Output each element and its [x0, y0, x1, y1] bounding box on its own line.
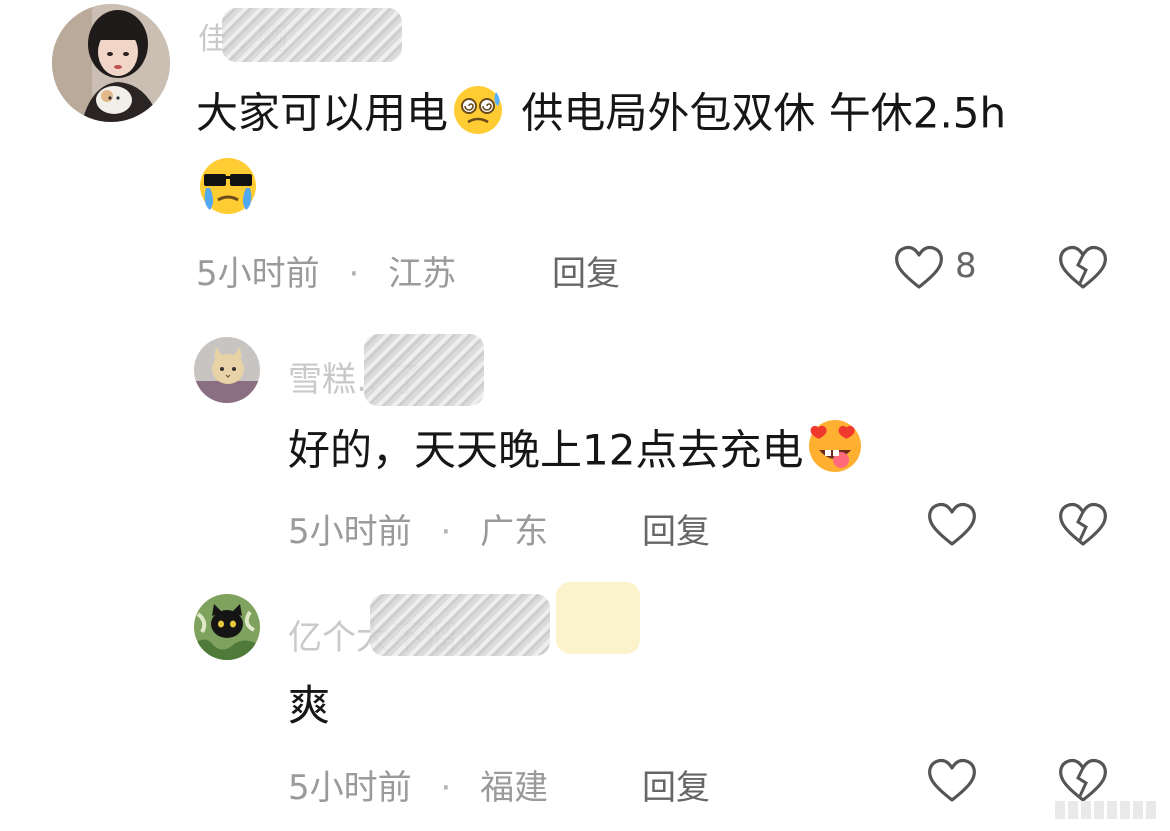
like-button[interactable] [893, 243, 945, 295]
comment-meta: 5小时前 · 江苏 [196, 246, 456, 295]
comment-text-part: 好的，天天晚上12点去充电 [288, 425, 804, 475]
avatar-photo-icon [52, 4, 170, 122]
avatar[interactable] [194, 337, 260, 403]
like-button[interactable] [926, 756, 978, 808]
location: 福建 [480, 768, 549, 808]
timestamp: 5小时前 [196, 254, 320, 294]
username-redaction [222, 8, 402, 62]
location: 江苏 [388, 254, 457, 294]
comment-text: 好的，天天晚上12点去充电 [288, 418, 867, 488]
reply-button[interactable]: 回复 [642, 760, 710, 809]
cat-avatar-icon [194, 337, 260, 403]
dislike-button[interactable] [1057, 500, 1109, 552]
comment-text-part: 供电局外包双休 午休2.5h [508, 88, 1007, 138]
heart-outline-icon [928, 758, 976, 802]
like-count: 8 [955, 246, 977, 286]
heart-eyes-tongue-emoji-icon [803, 418, 867, 488]
meta-separator: · [348, 254, 360, 294]
avatar[interactable] [194, 594, 260, 660]
comment-text: 大家可以用电 供电局外包双休 午休2.5h [196, 84, 1006, 148]
comment-meta: 5小时前 · 广东 [288, 504, 548, 553]
heart-outline-icon [895, 245, 943, 289]
reply-button[interactable]: 回复 [642, 504, 710, 553]
comment-thread: 佳…啊 大家可以用电 供电局外包双休 午休2.5h [0, 0, 1170, 831]
broken-heart-icon [1059, 502, 1107, 546]
reply-button[interactable]: 回复 [552, 246, 620, 295]
broken-heart-icon [1059, 245, 1107, 289]
username-redaction [556, 582, 640, 654]
black-cat-avatar-icon [194, 594, 260, 660]
cool-sunglasses-crying-emoji-icon [196, 154, 260, 222]
username-redaction [370, 594, 550, 656]
watermark [1055, 801, 1156, 819]
comment-text: 爽 [288, 681, 331, 730]
comment-text-part: 大家可以用电 [196, 88, 449, 138]
username-redaction [364, 334, 484, 406]
meta-separator: · [440, 512, 452, 552]
comment-meta: 5小时前 · 福建 [288, 760, 548, 809]
timestamp: 5小时前 [288, 768, 412, 808]
heart-outline-icon [928, 502, 976, 546]
location: 广东 [480, 512, 549, 552]
like-button[interactable] [926, 500, 978, 552]
dislike-button[interactable] [1057, 243, 1109, 295]
broken-heart-icon [1059, 758, 1107, 802]
meta-separator: · [440, 768, 452, 808]
avatar[interactable] [52, 4, 170, 122]
face-with-spiral-eyes-sweat-emoji-icon [448, 84, 508, 148]
timestamp: 5小时前 [288, 512, 412, 552]
